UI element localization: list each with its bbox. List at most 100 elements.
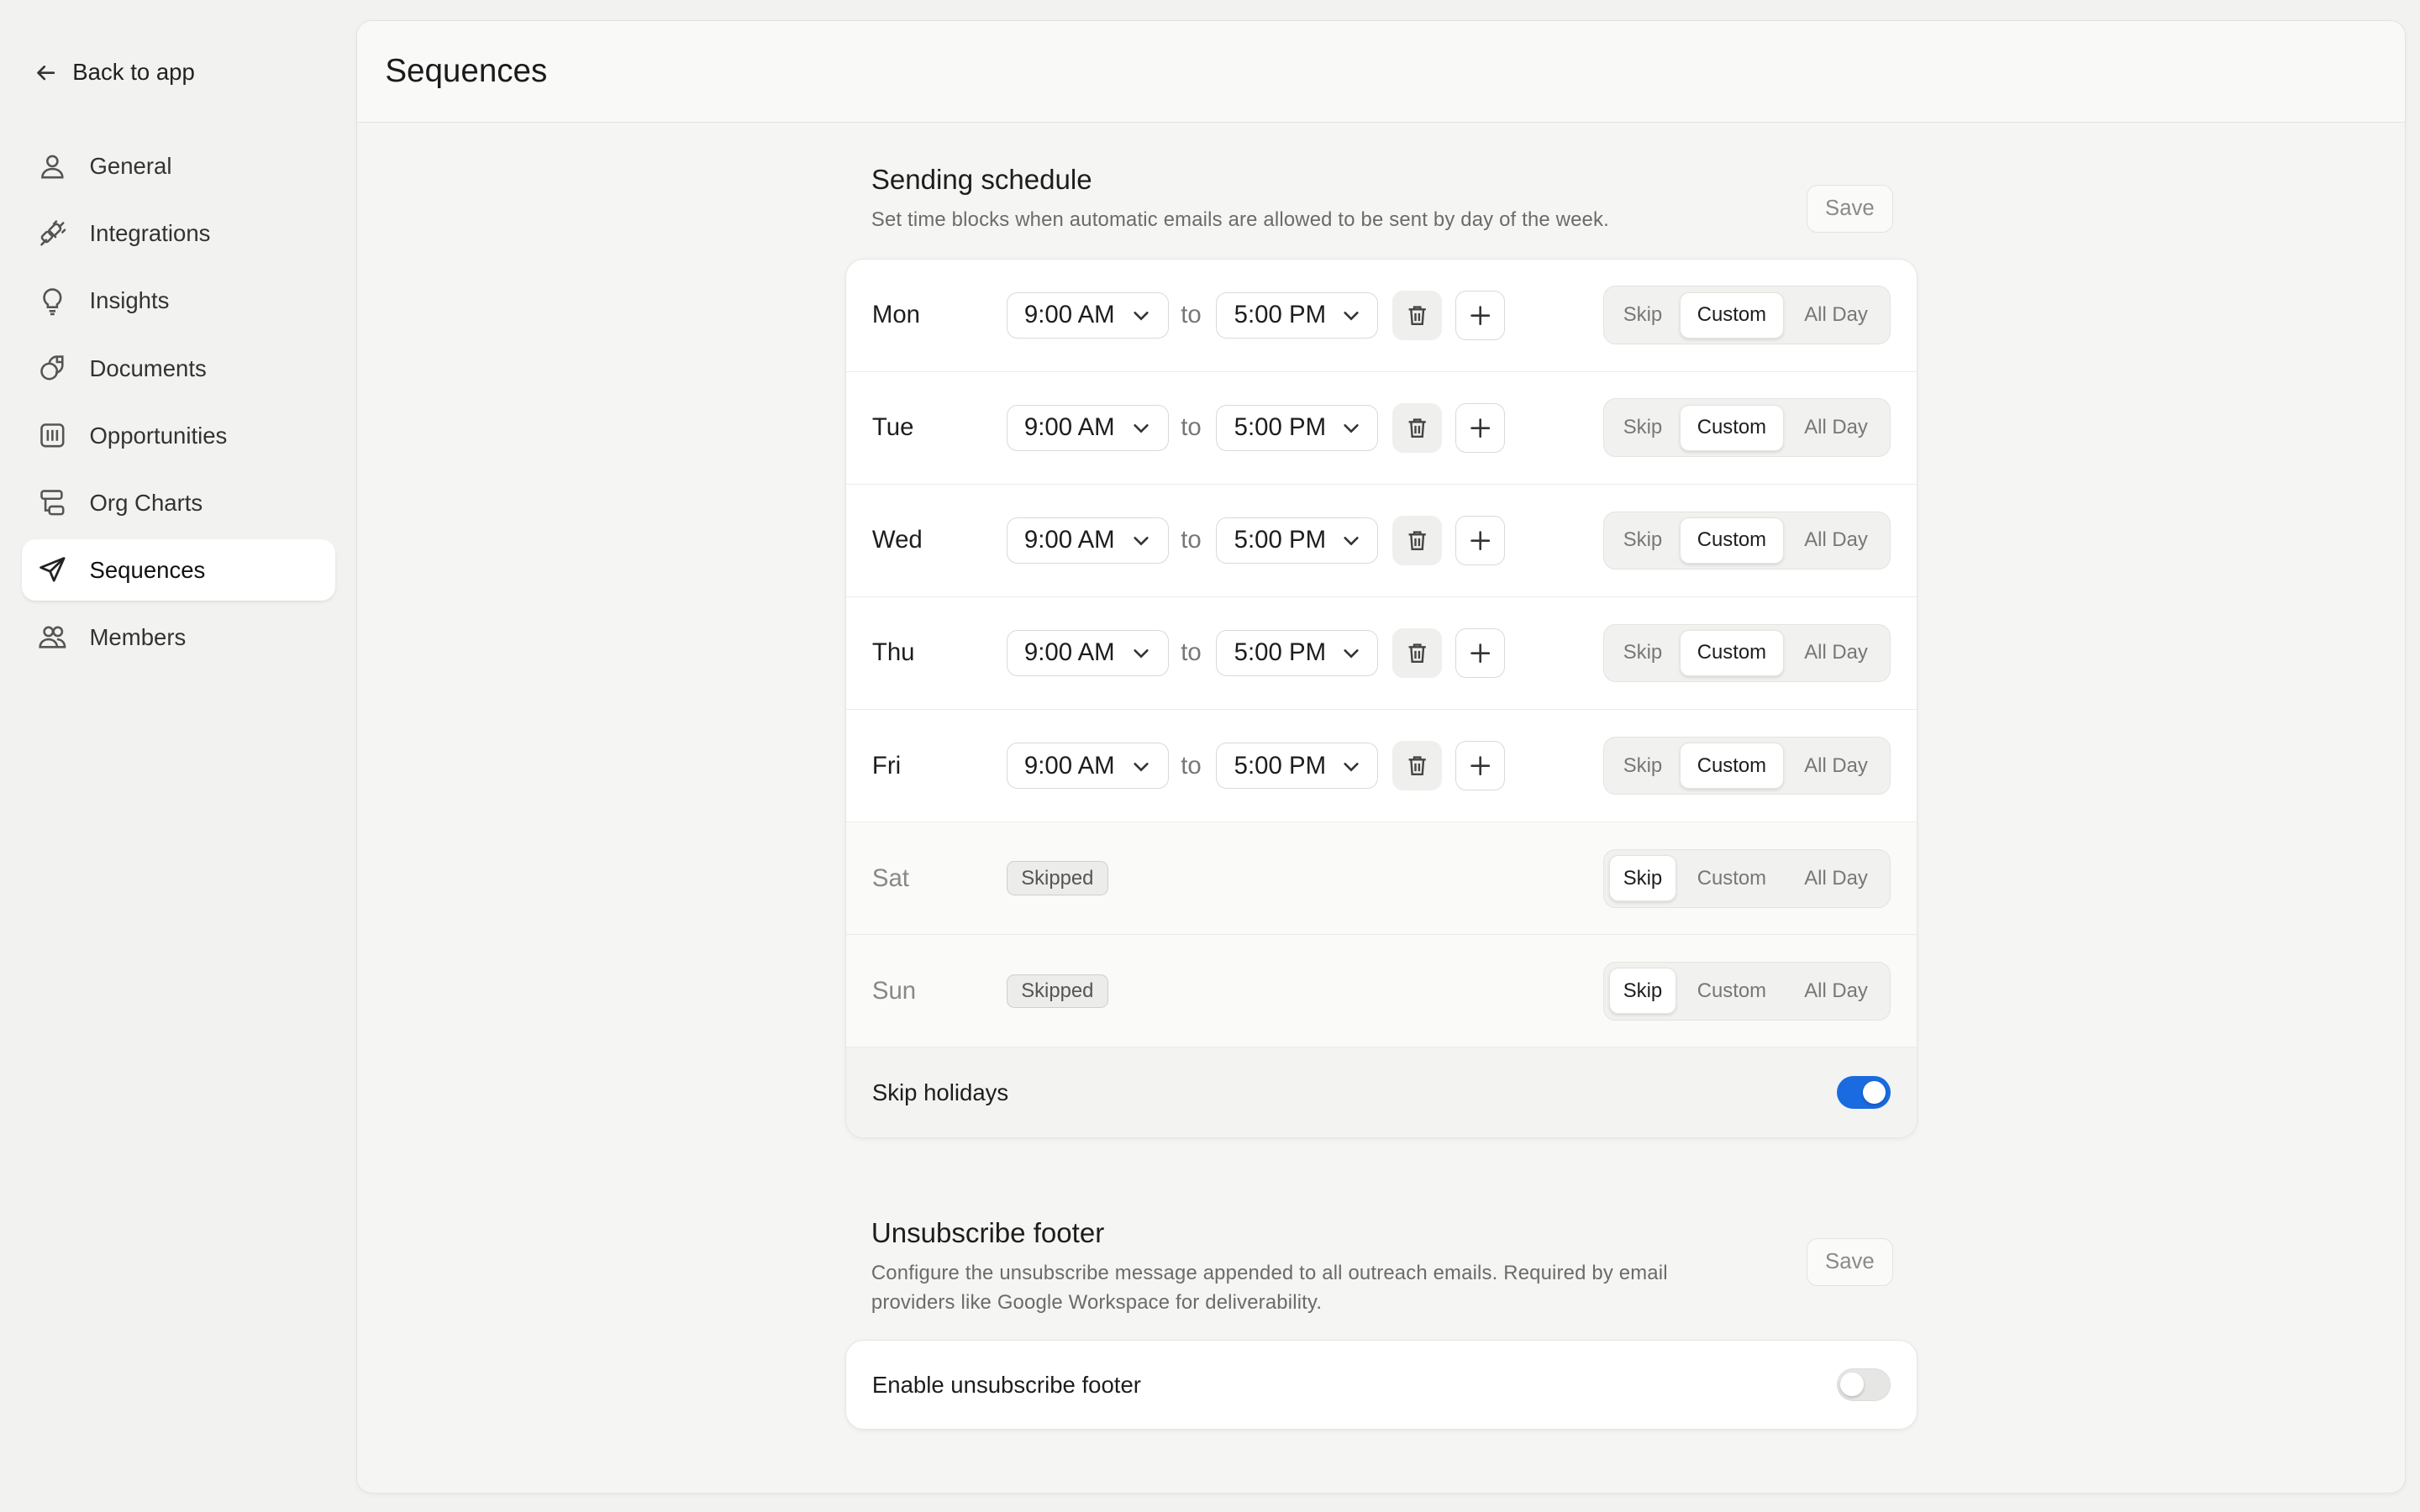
start-time-select[interactable]: 9:00 AM (1006, 629, 1169, 677)
mode-all-day-option[interactable]: All Day (1787, 292, 1886, 339)
trash-icon (1408, 643, 1426, 663)
unsubscribe-card: Enable unsubscribe footer (844, 1340, 1918, 1430)
mode-all-day-option[interactable]: All Day (1787, 855, 1886, 901)
mode-custom-option[interactable]: Custom (1680, 855, 1784, 901)
mode-all-day-option[interactable]: All Day (1787, 743, 1886, 789)
day-name: Sun (871, 976, 917, 1005)
day-mode-toggle: Skip Custom All Day (1603, 848, 1891, 908)
start-time-select[interactable]: 9:00 AM (1006, 743, 1169, 790)
start-time-select[interactable]: 9:00 AM (1006, 404, 1169, 451)
end-time-select[interactable]: 5:00 PM (1216, 291, 1379, 339)
mode-skip-option[interactable]: Skip (1609, 292, 1676, 339)
section-description: Set time blocks when automatic emails ar… (871, 207, 1609, 231)
add-time-block-button[interactable] (1455, 290, 1505, 340)
mode-custom-option[interactable]: Custom (1679, 291, 1784, 339)
sidebar-item-sequences[interactable]: Sequences (21, 539, 335, 601)
schedule-card: Mon 9:00 AM to 5:00 PM Skip Custom All D… (844, 258, 1918, 1138)
add-time-block-button[interactable] (1455, 516, 1505, 565)
day-row-mon: Mon 9:00 AM to 5:00 PM Skip Custom All D… (845, 260, 1918, 372)
chevron-down-icon (1344, 537, 1359, 546)
day-name: Mon (871, 301, 921, 329)
mode-custom-option[interactable]: Custom (1680, 968, 1784, 1014)
end-time-select[interactable]: 5:00 PM (1216, 743, 1379, 790)
section-title: Sending schedule (871, 164, 1092, 196)
mode-skip-option[interactable]: Skip (1609, 743, 1676, 789)
day-name: Sat (871, 864, 909, 892)
opportunities-icon (40, 423, 65, 448)
add-time-block-button[interactable] (1455, 628, 1505, 678)
plus-icon (1470, 643, 1490, 663)
sidebar-item-opportunities[interactable]: Opportunities (22, 405, 335, 466)
day-row-sun: Sun Skipped Skip Custom All Day (845, 935, 1918, 1048)
chevron-down-icon (1344, 762, 1359, 772)
sidebar-item-label: Integrations (89, 220, 211, 247)
end-time-select[interactable]: 5:00 PM (1216, 517, 1379, 564)
org-chart-icon (40, 490, 65, 516)
mode-custom-option[interactable]: Custom (1679, 404, 1784, 451)
start-time-select[interactable]: 9:00 AM (1006, 517, 1169, 564)
start-time-select[interactable]: 9:00 AM (1006, 291, 1169, 339)
day-mode-toggle: Skip Custom All Day (1603, 961, 1891, 1021)
sidebar-item-insights[interactable]: Insights (22, 270, 335, 332)
toggle-knob (1862, 1080, 1886, 1105)
section-title: Unsubscribe footer (871, 1218, 1105, 1250)
sidebar-item-org-charts[interactable]: Org Charts (22, 472, 335, 533)
to-label: to (1181, 413, 1202, 442)
mode-custom-option[interactable]: Custom (1679, 629, 1784, 677)
add-time-block-button[interactable] (1455, 402, 1505, 453)
mode-all-day-option[interactable]: All Day (1787, 405, 1886, 451)
delete-time-block-button[interactable] (1392, 628, 1442, 678)
day-mode-toggle: Skip Custom All Day (1603, 623, 1891, 683)
delete-time-block-button[interactable] (1392, 290, 1442, 340)
delete-time-block-button[interactable] (1392, 402, 1442, 453)
section-description: Configure the unsubscribe message append… (871, 1262, 1668, 1315)
chevron-down-icon (1134, 312, 1149, 321)
mode-all-day-option[interactable]: All Day (1787, 968, 1886, 1014)
enable-unsubscribe-toggle[interactable] (1836, 1368, 1891, 1401)
day-mode-toggle: Skip Custom All Day (1603, 736, 1891, 795)
save-unsubscribe-button[interactable]: Save (1806, 1238, 1893, 1286)
sidebar-item-members[interactable]: Members (22, 606, 335, 668)
back-to-app-link[interactable]: Back to app (34, 55, 195, 89)
chevron-down-icon (1344, 312, 1359, 321)
day-row-tue: Tue 9:00 AM to 5:00 PM Skip Custom All D… (845, 372, 1918, 485)
sidebar-item-label: Opportunities (89, 422, 228, 449)
to-label: to (1181, 301, 1202, 329)
sidebar-item-documents[interactable]: Documents (22, 338, 335, 399)
delete-time-block-button[interactable] (1392, 516, 1442, 565)
settings-sidebar: Back to app General Integrations Insight… (0, 0, 358, 1512)
mode-skip-option[interactable]: Skip (1608, 855, 1677, 902)
end-time-value: 5:00 PM (1234, 301, 1327, 329)
mode-custom-option[interactable]: Custom (1679, 517, 1784, 564)
skipped-badge: Skipped (1006, 974, 1108, 1008)
end-time-select[interactable]: 5:00 PM (1216, 629, 1379, 677)
chevron-down-icon (1134, 762, 1149, 772)
mode-custom-option[interactable]: Custom (1679, 743, 1784, 790)
end-time-value: 5:00 PM (1234, 638, 1327, 667)
add-time-block-button[interactable] (1455, 741, 1505, 790)
sidebar-item-integrations[interactable]: Integrations (22, 203, 335, 265)
plug-icon (40, 220, 66, 246)
skip-holidays-row: Skip holidays (845, 1047, 1918, 1137)
save-schedule-button[interactable]: Save (1806, 184, 1893, 233)
mode-all-day-option[interactable]: All Day (1787, 517, 1886, 564)
mode-skip-option[interactable]: Skip (1609, 517, 1676, 564)
back-to-app-label: Back to app (72, 59, 195, 86)
enable-unsubscribe-row: Enable unsubscribe footer (846, 1341, 1918, 1429)
start-time-value: 9:00 AM (1023, 751, 1115, 780)
skipped-badge: Skipped (1006, 861, 1108, 895)
delete-time-block-button[interactable] (1392, 741, 1442, 790)
sidebar-item-label: Documents (89, 354, 207, 381)
day-row-fri: Fri 9:00 AM to 5:00 PM Skip Custom All D… (845, 710, 1918, 823)
skip-holidays-toggle[interactable] (1836, 1076, 1891, 1109)
trash-icon (1408, 756, 1426, 775)
start-time-value: 9:00 AM (1023, 526, 1115, 554)
mode-skip-option[interactable]: Skip (1608, 968, 1677, 1015)
sidebar-item-label: Sequences (89, 556, 206, 583)
mode-all-day-option[interactable]: All Day (1787, 630, 1886, 676)
sidebar-item-general[interactable]: General (22, 136, 335, 197)
day-name: Tue (871, 413, 914, 442)
mode-skip-option[interactable]: Skip (1609, 630, 1676, 676)
end-time-select[interactable]: 5:00 PM (1216, 404, 1379, 451)
mode-skip-option[interactable]: Skip (1609, 405, 1676, 451)
